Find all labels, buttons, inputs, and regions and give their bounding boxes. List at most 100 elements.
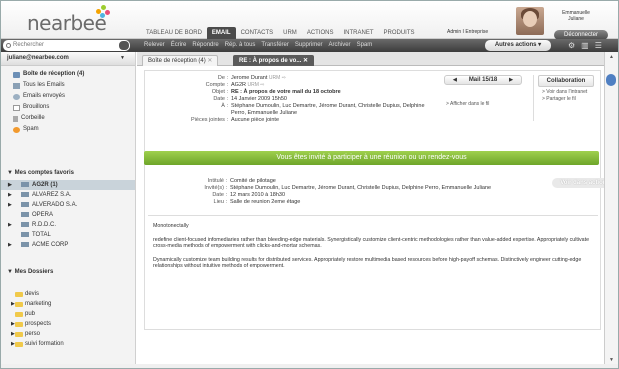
dossier-devis[interactable]: devis [1, 289, 135, 299]
dossiers-header[interactable]: ▼ Mes Dossiers [1, 266, 135, 278]
share-thread-link[interactable]: > Partager le fil [534, 96, 598, 103]
favorite-label: ALVERADO S.A. [32, 202, 78, 208]
folder-inbox[interactable]: Boîte de réception (4) [13, 69, 135, 80]
favorite-label: AG2R (1) [32, 182, 58, 188]
favorites-list: ▶ AG2R (1) ▶ ALVAREZ S.A. ▶ ALVERADO S.A. O… [1, 180, 135, 250]
attachments-value: Aucune pièce jointe [231, 117, 280, 123]
dossier-perso[interactable]: ▶ perso [1, 329, 135, 339]
action-delete[interactable]: Supprimer [295, 42, 323, 48]
nav-intranet[interactable]: INTRANET [338, 27, 378, 39]
chevron-down-icon: ▼ [120, 55, 125, 61]
dossier-label: prospects [25, 321, 52, 327]
nav-dashboard[interactable]: TABLEAU DE BORD [141, 27, 207, 39]
account-icon [21, 191, 29, 197]
folder-all-mails[interactable]: Tous les Emails [13, 80, 135, 91]
folder-trash[interactable]: Corbeille [13, 113, 135, 124]
expand-icon[interactable]: ▶ [8, 220, 12, 230]
favorite-alverado[interactable]: ▶ ALVERADO S.A. [1, 200, 135, 210]
dossier-label: suivi formation [25, 341, 64, 347]
close-icon[interactable]: ✕ [207, 58, 212, 64]
action-archive[interactable]: Archiver [329, 42, 351, 48]
action-forward[interactable]: Transférer [261, 42, 288, 48]
expand-icon[interactable]: ▶ [8, 180, 12, 190]
tab-message[interactable]: RE : À propos de vo... ✕ [233, 55, 315, 66]
action-write[interactable]: Écrire [171, 42, 187, 48]
divider [148, 215, 598, 216]
spam-icon [13, 126, 20, 133]
action-fetch[interactable]: Relever [144, 42, 165, 48]
search-go-button[interactable] [119, 41, 129, 50]
nav-urm[interactable]: URM [278, 27, 302, 39]
favorite-ag2r[interactable]: ▶ AG2R (1) [1, 180, 135, 190]
favorites-title: Mes comptes favoris [14, 170, 74, 176]
expand-icon[interactable]: ▶ [8, 240, 12, 250]
list-view-icon[interactable]: ☰ [595, 41, 602, 50]
body-paragraph: Monotonectally [153, 223, 189, 229]
main-nav: TABLEAU DE BORD EMAIL CONTACTS URM ACTIO… [141, 27, 420, 39]
folder-drafts[interactable]: Brouillons [13, 102, 135, 113]
action-reply-all[interactable]: Rép. à tous [225, 42, 256, 48]
avatar[interactable] [516, 7, 544, 35]
favorite-total[interactable]: TOTAL [1, 230, 135, 240]
vertical-scrollbar[interactable]: ▲ ▼ [604, 52, 618, 368]
mail-pager: ◀ Mail 15/18 ▶ [444, 75, 522, 85]
invite-place-value: Salle de reunion 2eme étage [230, 199, 301, 205]
account-value[interactable]: AG2R [231, 82, 246, 88]
search-box[interactable]: Rechercher [3, 40, 130, 51]
search-input[interactable]: Rechercher [13, 42, 44, 48]
favorite-rddc[interactable]: ▶ R.D.D.C. [1, 220, 135, 230]
tab-label: Boîte de réception (4) [148, 58, 206, 64]
collapse-icon: ▼ [7, 170, 15, 176]
folder-sent[interactable]: Emails envoyés [13, 91, 135, 102]
expand-icon[interactable]: ▶ [8, 200, 12, 210]
show-in-thread-link[interactable]: > Afficher dans le fil [446, 101, 489, 107]
action-reply[interactable]: Répondre [192, 42, 218, 48]
dossier-prospects[interactable]: ▶ prospects [1, 319, 135, 329]
scroll-up-icon[interactable]: ▲ [607, 54, 616, 63]
favorite-label: R.D.D.C. [32, 222, 56, 228]
collaboration-panel: Collaboration > Voir dans l'intranet > P… [533, 75, 598, 121]
tab-inbox[interactable]: Boîte de réception (4) ✕ [142, 55, 219, 66]
nav-contacts[interactable]: CONTACTS [236, 27, 279, 39]
account-label: Compte : [205, 82, 228, 88]
dossier-pub[interactable]: pub [1, 309, 135, 319]
favorite-opera[interactable]: OPERA [1, 210, 135, 220]
all-mail-icon [13, 82, 20, 89]
expand-icon[interactable]: ▶ [8, 190, 12, 200]
gear-icon[interactable]: ⚙ [568, 41, 575, 50]
nav-actions[interactable]: ACTIONS [302, 27, 339, 39]
more-actions-button[interactable]: Autres actions ▾ [485, 40, 551, 51]
view-intranet-link[interactable]: > Voir dans l'intranet [534, 89, 598, 96]
account-selector[interactable]: juliane@nearbee.com ▼ [1, 52, 135, 66]
columns-icon[interactable]: ▥ [581, 41, 589, 50]
folder-icon [15, 292, 23, 297]
account-email: juliane@nearbee.com [7, 55, 69, 61]
invite-place-label: Lieu : [213, 199, 227, 205]
nav-products[interactable]: PRODUITS [378, 27, 419, 39]
favorites-header[interactable]: ▼ Mes comptes favoris [1, 167, 135, 179]
invite-date-value: 12 mars 2010 à 18h30 [230, 192, 286, 198]
prev-mail-icon[interactable]: ◀ [453, 76, 457, 84]
close-icon[interactable]: ✕ [303, 58, 308, 64]
tab-bar: Boîte de réception (4) ✕ RE : À propos d… [137, 52, 604, 66]
favorite-acme[interactable]: ▶ ACME CORP [1, 240, 135, 250]
scroll-thumb[interactable] [606, 74, 616, 86]
dossier-marketing[interactable]: ▶ marketing [1, 299, 135, 309]
logo-flower-icon [96, 5, 110, 19]
dossier-label: pub [25, 311, 36, 317]
account-urm-link[interactable]: URM ⇨ [248, 82, 265, 88]
folder-label: Spam [23, 126, 39, 132]
to-label: À : [221, 103, 228, 109]
from-value[interactable]: Jerome Durant [231, 75, 267, 81]
dossiers-list: devis ▶ marketing pub ▶ prospects ▶ perso ▶… [1, 289, 135, 349]
favorite-alvarez[interactable]: ▶ ALVAREZ S.A. [1, 190, 135, 200]
sidebar: juliane@nearbee.com ▼ Boîte de réception… [1, 52, 136, 368]
invitation-banner: Vous êtes invité à participer à une réun… [144, 151, 599, 165]
admin-link[interactable]: Admin I Entreprise [447, 29, 488, 35]
nav-email[interactable]: EMAIL [206, 27, 236, 39]
from-urm-link[interactable]: URM ⇨ [269, 75, 286, 81]
next-mail-icon[interactable]: ▶ [509, 76, 513, 84]
dossier-suivi-formation[interactable]: ▶ suivi formation [1, 339, 135, 349]
action-spam[interactable]: Spam [357, 42, 373, 48]
folder-spam[interactable]: Spam [13, 124, 135, 135]
